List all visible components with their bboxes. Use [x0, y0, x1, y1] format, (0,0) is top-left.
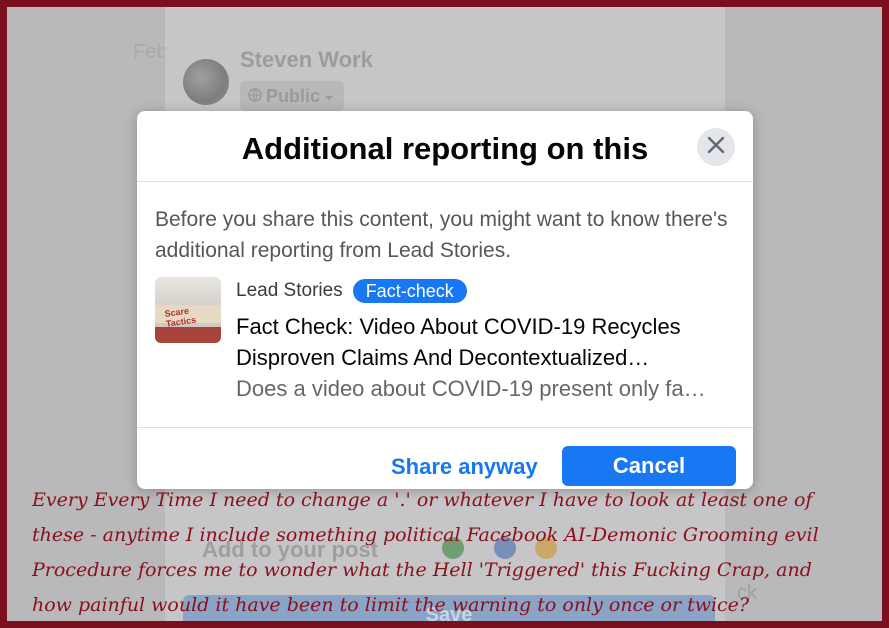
background-date-fragment: Feb	[133, 41, 168, 63]
share-anyway-button[interactable]: Share anyway	[391, 454, 538, 480]
caption-line: Procedure forces me to wonder what the H…	[32, 559, 812, 581]
globe-icon	[248, 86, 262, 107]
article-snippet: Does a video about COVID-19 present only…	[236, 376, 706, 401]
fact-check-article[interactable]: Scare Tactics Lead Stories Fact-check Fa…	[155, 273, 735, 403]
avatar	[183, 59, 229, 105]
fact-check-badge: Fact-check	[352, 279, 467, 303]
author-name: Steven Work	[240, 47, 373, 72]
caret-down-icon	[324, 86, 334, 107]
caption-line: these - anytime I include something poli…	[32, 524, 819, 546]
audience-selector[interactable]: Public	[240, 81, 345, 111]
article-thumbnail: Scare Tactics	[155, 277, 221, 343]
caption-line: how painful would it have been to limit …	[32, 594, 750, 616]
cancel-button[interactable]: Cancel	[562, 446, 736, 486]
article-headline[interactable]: Fact Check: Video About COVID-19 Recycle…	[236, 311, 736, 373]
article-source-line: Lead Stories Fact-check	[236, 279, 467, 303]
dialog-footer: Share anyway Cancel	[137, 427, 753, 489]
caption-line: Every Every Time I need to change a '.' …	[32, 489, 813, 511]
close-icon	[707, 136, 725, 159]
audience-label: Public	[266, 85, 321, 106]
dialog-header: Additional reporting on this	[137, 111, 753, 182]
dialog-description: Before you share this content, you might…	[155, 208, 728, 262]
screenshot-frame: Feb Steven Work Public Add to your post …	[7, 7, 882, 621]
user-caption: Every Every Time I need to change a '.' …	[32, 483, 872, 621]
dialog-title: Additional reporting on this	[241, 131, 649, 166]
additional-reporting-dialog: Additional reporting on this Before you …	[137, 111, 753, 489]
close-button[interactable]	[697, 128, 735, 166]
article-source: Lead Stories	[236, 280, 343, 301]
